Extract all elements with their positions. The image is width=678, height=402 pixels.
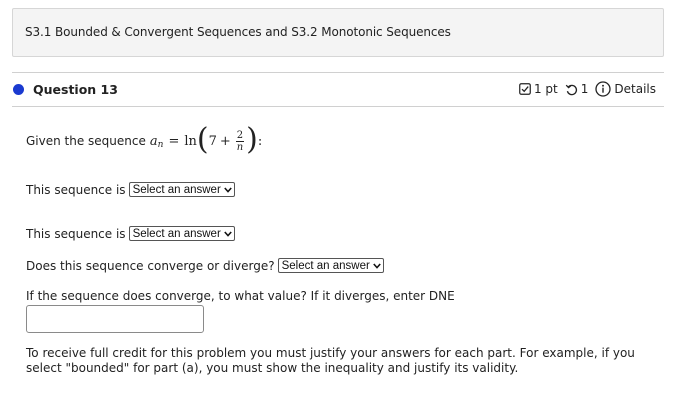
points-text: 1 pt bbox=[533, 82, 558, 96]
sequence-formula: an = ln ( 7 + 2 n ) : bbox=[149, 122, 263, 157]
prompt-text: Given the sequence bbox=[26, 134, 146, 148]
part2-label: This sequence is bbox=[26, 226, 126, 241]
assignment-title: S3.1 Bounded & Convergent Sequences and … bbox=[25, 25, 451, 39]
question-meta: 1 pt 1 Details bbox=[512, 81, 656, 97]
part3-select[interactable]: Select an answer bbox=[277, 258, 384, 273]
fraction-denominator: n bbox=[236, 141, 244, 153]
part2-select[interactable]: Select an answer bbox=[128, 226, 235, 241]
answer-input[interactable] bbox=[26, 305, 204, 333]
part4-label: If the sequence does converge, to what v… bbox=[26, 289, 455, 303]
details-label[interactable]: Details bbox=[614, 82, 656, 96]
left-paren: ( bbox=[196, 122, 209, 157]
plus-sign: + bbox=[219, 133, 231, 149]
checkbox-icon bbox=[519, 83, 531, 95]
chevron-down-icon[interactable] bbox=[223, 228, 232, 240]
question-bar: Question 13 1 pt 1 Details bbox=[12, 72, 664, 107]
part4-row: If the sequence does converge, to what v… bbox=[26, 289, 455, 303]
part2-row: This sequence is Select an answer bbox=[26, 226, 235, 241]
part1-select-value[interactable]: Select an answer bbox=[133, 184, 221, 196]
attempts-text: 1 bbox=[580, 82, 589, 96]
part3-row: Does this sequence converge or diverge? … bbox=[26, 258, 384, 273]
sequence-symbol: a bbox=[149, 133, 158, 149]
sequence-subscript: n bbox=[157, 140, 164, 150]
justification-note: To receive full credit for this problem … bbox=[26, 346, 635, 375]
info-icon[interactable] bbox=[595, 81, 612, 97]
part3-select-value[interactable]: Select an answer bbox=[282, 260, 370, 272]
part1-select[interactable]: Select an answer bbox=[128, 182, 235, 197]
chevron-down-icon[interactable] bbox=[223, 184, 232, 196]
part1-row: This sequence is Select an answer bbox=[26, 182, 235, 197]
question-status-dot bbox=[13, 84, 24, 95]
retry-icon bbox=[565, 83, 578, 96]
attempts-indicator: 1 bbox=[565, 82, 589, 96]
assignment-header: S3.1 Bounded & Convergent Sequences and … bbox=[12, 8, 664, 57]
right-paren: ) bbox=[246, 122, 258, 157]
part1-label: This sequence is bbox=[26, 182, 126, 197]
points-indicator: 1 pt bbox=[519, 82, 558, 96]
question-title: Question 13 bbox=[33, 82, 118, 97]
fraction: 2 n bbox=[235, 129, 245, 153]
sequence-prompt: Given the sequence an = ln ( 7 + 2 n ) : bbox=[26, 122, 263, 157]
part3-label: Does this sequence converge or diverge? bbox=[26, 258, 275, 273]
fraction-numerator: 2 bbox=[235, 129, 245, 142]
constant-term: 7 bbox=[208, 133, 217, 149]
part2-select-value[interactable]: Select an answer bbox=[133, 228, 221, 240]
chevron-down-icon[interactable] bbox=[372, 260, 381, 272]
equals-sign: = bbox=[168, 133, 180, 149]
trailing-colon: : bbox=[257, 133, 263, 149]
ln-function: ln bbox=[184, 133, 197, 149]
details-button[interactable]: Details bbox=[595, 81, 656, 97]
